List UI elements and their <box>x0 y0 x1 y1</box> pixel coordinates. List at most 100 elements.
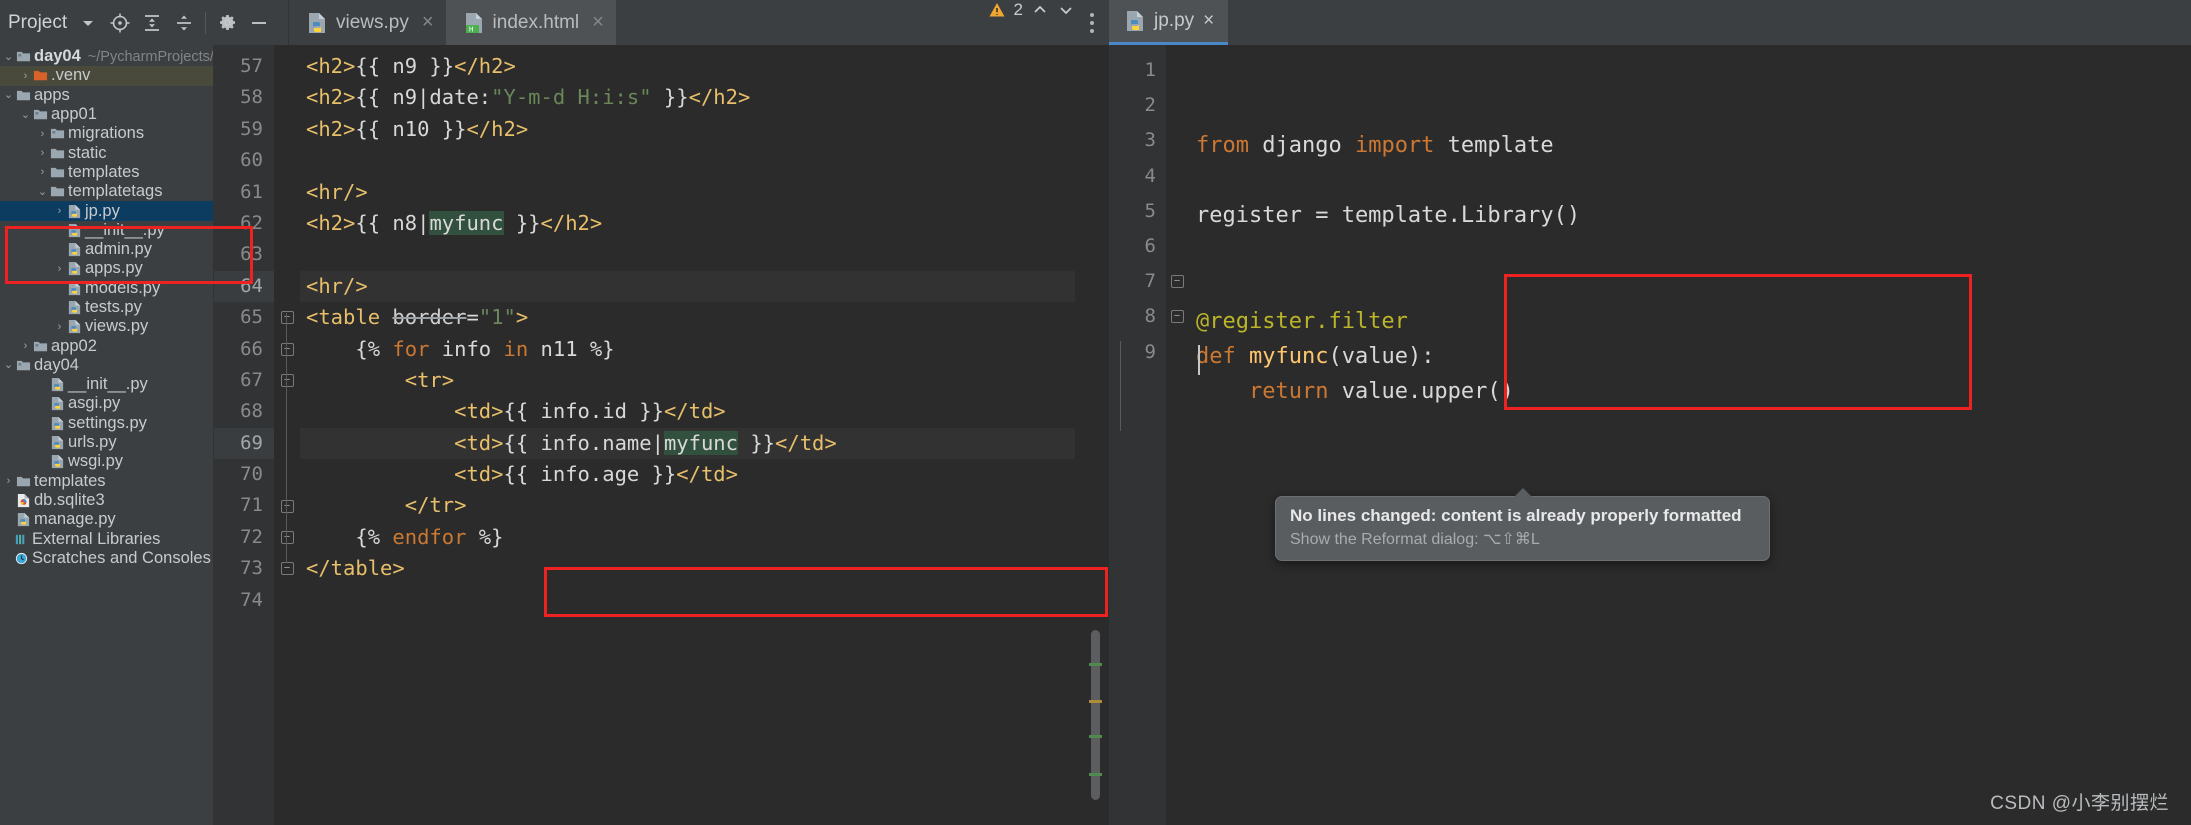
expand-all-icon[interactable] <box>137 8 167 38</box>
fold-collapse-icon[interactable]: − <box>280 342 294 356</box>
tree-item-day04[interactable]: ⌄ day04 <box>0 356 213 375</box>
chevron-down-icon[interactable]: ⌄ <box>19 109 32 120</box>
code-line[interactable]: <td>{{ info.name|myfunc }}</td> <box>300 427 1075 460</box>
code-line[interactable]: <hr/> <box>300 177 1075 208</box>
collapse-all-icon[interactable] <box>169 8 199 38</box>
code-line[interactable] <box>1188 410 2191 445</box>
tree-item-apps[interactable]: ⌄ apps <box>0 86 213 105</box>
tree-item-settings-py[interactable]: settings.py <box>0 414 213 433</box>
chevron-right-icon[interactable]: › <box>36 147 49 159</box>
chevron-right-icon[interactable]: › <box>19 70 32 82</box>
more-options-icon[interactable] <box>1075 0 1109 45</box>
code-line[interactable]: <tr> <box>300 365 1075 396</box>
code-line[interactable]: register = template.Library() <box>1188 198 2191 233</box>
code-line[interactable]: <td>{{ info.age }}</td> <box>300 459 1075 490</box>
tree-item-db-sqlite3[interactable]: db.sqlite3 <box>0 491 213 510</box>
left-marker-column[interactable]: 2 <box>989 0 1109 825</box>
code-line[interactable] <box>300 239 1075 270</box>
code-line[interactable]: def myfunc(value): <box>1188 339 2191 374</box>
code-line[interactable]: </table> <box>300 553 1075 584</box>
code-line[interactable]: <h2>{{ n9 }}</h2> <box>300 51 1075 82</box>
close-icon[interactable]: × <box>422 11 434 34</box>
chevron-right-icon[interactable]: › <box>53 205 66 217</box>
project-tree[interactable]: ⌄day04~/PycharmProjects/5x_dja›.venv⌄app… <box>0 45 213 825</box>
fold-end-icon[interactable]: − <box>280 499 294 513</box>
tree-item-external-libraries[interactable]: External Libraries <box>0 529 213 548</box>
tab-jp-py[interactable]: jp.py × <box>1109 0 1229 45</box>
code-line[interactable] <box>300 585 1075 616</box>
minimize-icon[interactable] <box>244 8 274 38</box>
tree-item-scratches-and-consoles[interactable]: Scratches and Consoles <box>0 549 213 568</box>
fold-end-icon[interactable]: − <box>1170 310 1184 324</box>
tree-item-templates[interactable]: › templates <box>0 472 213 491</box>
inspection-status[interactable]: 2 <box>988 0 1075 20</box>
code-line[interactable]: from django import template <box>1188 128 2191 163</box>
tree-item-manage-py[interactable]: manage.py <box>0 510 213 529</box>
code-line[interactable]: <h2>{{ n10 }}</h2> <box>300 114 1075 145</box>
tab-index-html[interactable]: H index.html × <box>445 0 616 45</box>
tree-item-static[interactable]: › static <box>0 143 213 162</box>
right-fold-column[interactable]: − − <box>1120 45 1188 825</box>
tree-item-migrations[interactable]: › migrations <box>0 124 213 143</box>
tree-item-wsgi-py[interactable]: wsgi.py <box>0 452 213 471</box>
tab-views-py[interactable]: views.py × <box>289 0 446 45</box>
tree-item-models-py[interactable]: models.py <box>0 279 213 298</box>
tree-item-asgi-py[interactable]: asgi.py <box>0 394 213 413</box>
chevron-down-icon[interactable]: ⌄ <box>2 90 15 101</box>
fold-end-icon[interactable]: − <box>280 531 294 545</box>
chevron-right-icon[interactable]: › <box>53 321 66 333</box>
tree-item-templatetags[interactable]: ⌄ templatetags <box>0 182 213 201</box>
tree-item-urls-py[interactable]: urls.py <box>0 433 213 452</box>
tree-item-admin-py[interactable]: admin.py <box>0 240 213 259</box>
code-line[interactable]: {% for info in n11 %} <box>300 334 1075 365</box>
fold-collapse-icon[interactable]: − <box>1170 275 1184 289</box>
code-line[interactable]: <h2>{{ n8|myfunc }}</h2> <box>300 208 1075 239</box>
code-line[interactable]: </tr> <box>300 490 1075 521</box>
tree-item-app01[interactable]: ⌄ app01 <box>0 105 213 124</box>
tree-item-app02[interactable]: › app02 <box>0 336 213 355</box>
project-panel-title[interactable]: Project <box>8 12 67 34</box>
tree-item--init-py[interactable]: __init__.py <box>0 375 213 394</box>
code-line[interactable]: <table border="1"> <box>300 302 1075 333</box>
chevron-right-icon[interactable]: › <box>2 475 15 487</box>
chevron-down-icon[interactable]: ⌄ <box>2 360 15 371</box>
chevron-down-icon[interactable]: ⌄ <box>36 186 49 197</box>
left-editor-index-html[interactable]: 57 58 59 60 61 62 63 64 65 66 67 68 69 70 71 72 73 74 − − −… <box>213 0 1109 825</box>
tree-item-apps-py[interactable]: › apps.py <box>0 259 213 278</box>
chevron-right-icon[interactable]: › <box>36 166 49 178</box>
locate-icon[interactable] <box>105 8 135 38</box>
code-line[interactable]: @register.filter <box>1188 304 2191 339</box>
code-line[interactable]: <h2>{{ n9|date:"Y-m-d H:i:s" }}</h2> <box>300 82 1075 113</box>
close-icon[interactable]: × <box>592 11 604 34</box>
tree-item-jp-py[interactable]: › jp.py <box>0 201 213 221</box>
close-icon[interactable]: × <box>1203 10 1214 32</box>
fold-collapse-icon[interactable]: − <box>280 311 294 325</box>
chevron-right-icon[interactable]: › <box>36 128 49 140</box>
fold-end-icon[interactable]: − <box>280 562 294 576</box>
right-editor-jp-py[interactable]: 123456789 − − from django import template… <box>1109 45 2191 825</box>
right-code-area[interactable]: from django import template register = t… <box>1188 45 2191 825</box>
chevron-right-icon[interactable]: › <box>53 263 66 275</box>
tree-item-day04[interactable]: ⌄ day04 ~/PycharmProjects/5x_dja <box>0 47 213 66</box>
prev-problem-icon[interactable] <box>1031 1 1049 19</box>
fold-collapse-icon[interactable]: − <box>280 374 294 388</box>
left-fold-column[interactable]: − − − − − − <box>274 45 300 825</box>
code-line[interactable]: {% endfor %} <box>300 522 1075 553</box>
tree-item--init-py[interactable]: __init__.py <box>0 221 213 240</box>
tree-item-views-py[interactable]: › views.py <box>0 317 213 336</box>
gear-icon[interactable] <box>212 8 242 38</box>
chevron-right-icon[interactable]: › <box>19 340 32 352</box>
code-line[interactable] <box>1188 163 2191 198</box>
code-line[interactable] <box>1188 269 2191 304</box>
code-line[interactable] <box>300 145 1075 176</box>
code-line[interactable]: <hr/> <box>300 270 1075 303</box>
left-code-area[interactable]: <h2>{{ n9 }}</h2> <h2>{{ n9|date:"Y-m-d H… <box>300 45 1075 825</box>
tree-item--venv[interactable]: › .venv <box>0 66 213 86</box>
code-line[interactable]: <td>{{ info.id }}</td> <box>300 396 1075 427</box>
code-line[interactable]: return value.upper() <box>1188 374 2191 409</box>
tree-item-tests-py[interactable]: tests.py <box>0 298 213 317</box>
chevron-down-icon[interactable] <box>73 8 103 38</box>
next-problem-icon[interactable] <box>1057 1 1075 19</box>
tree-item-templates[interactable]: › templates <box>0 163 213 182</box>
code-line[interactable] <box>1188 234 2191 269</box>
